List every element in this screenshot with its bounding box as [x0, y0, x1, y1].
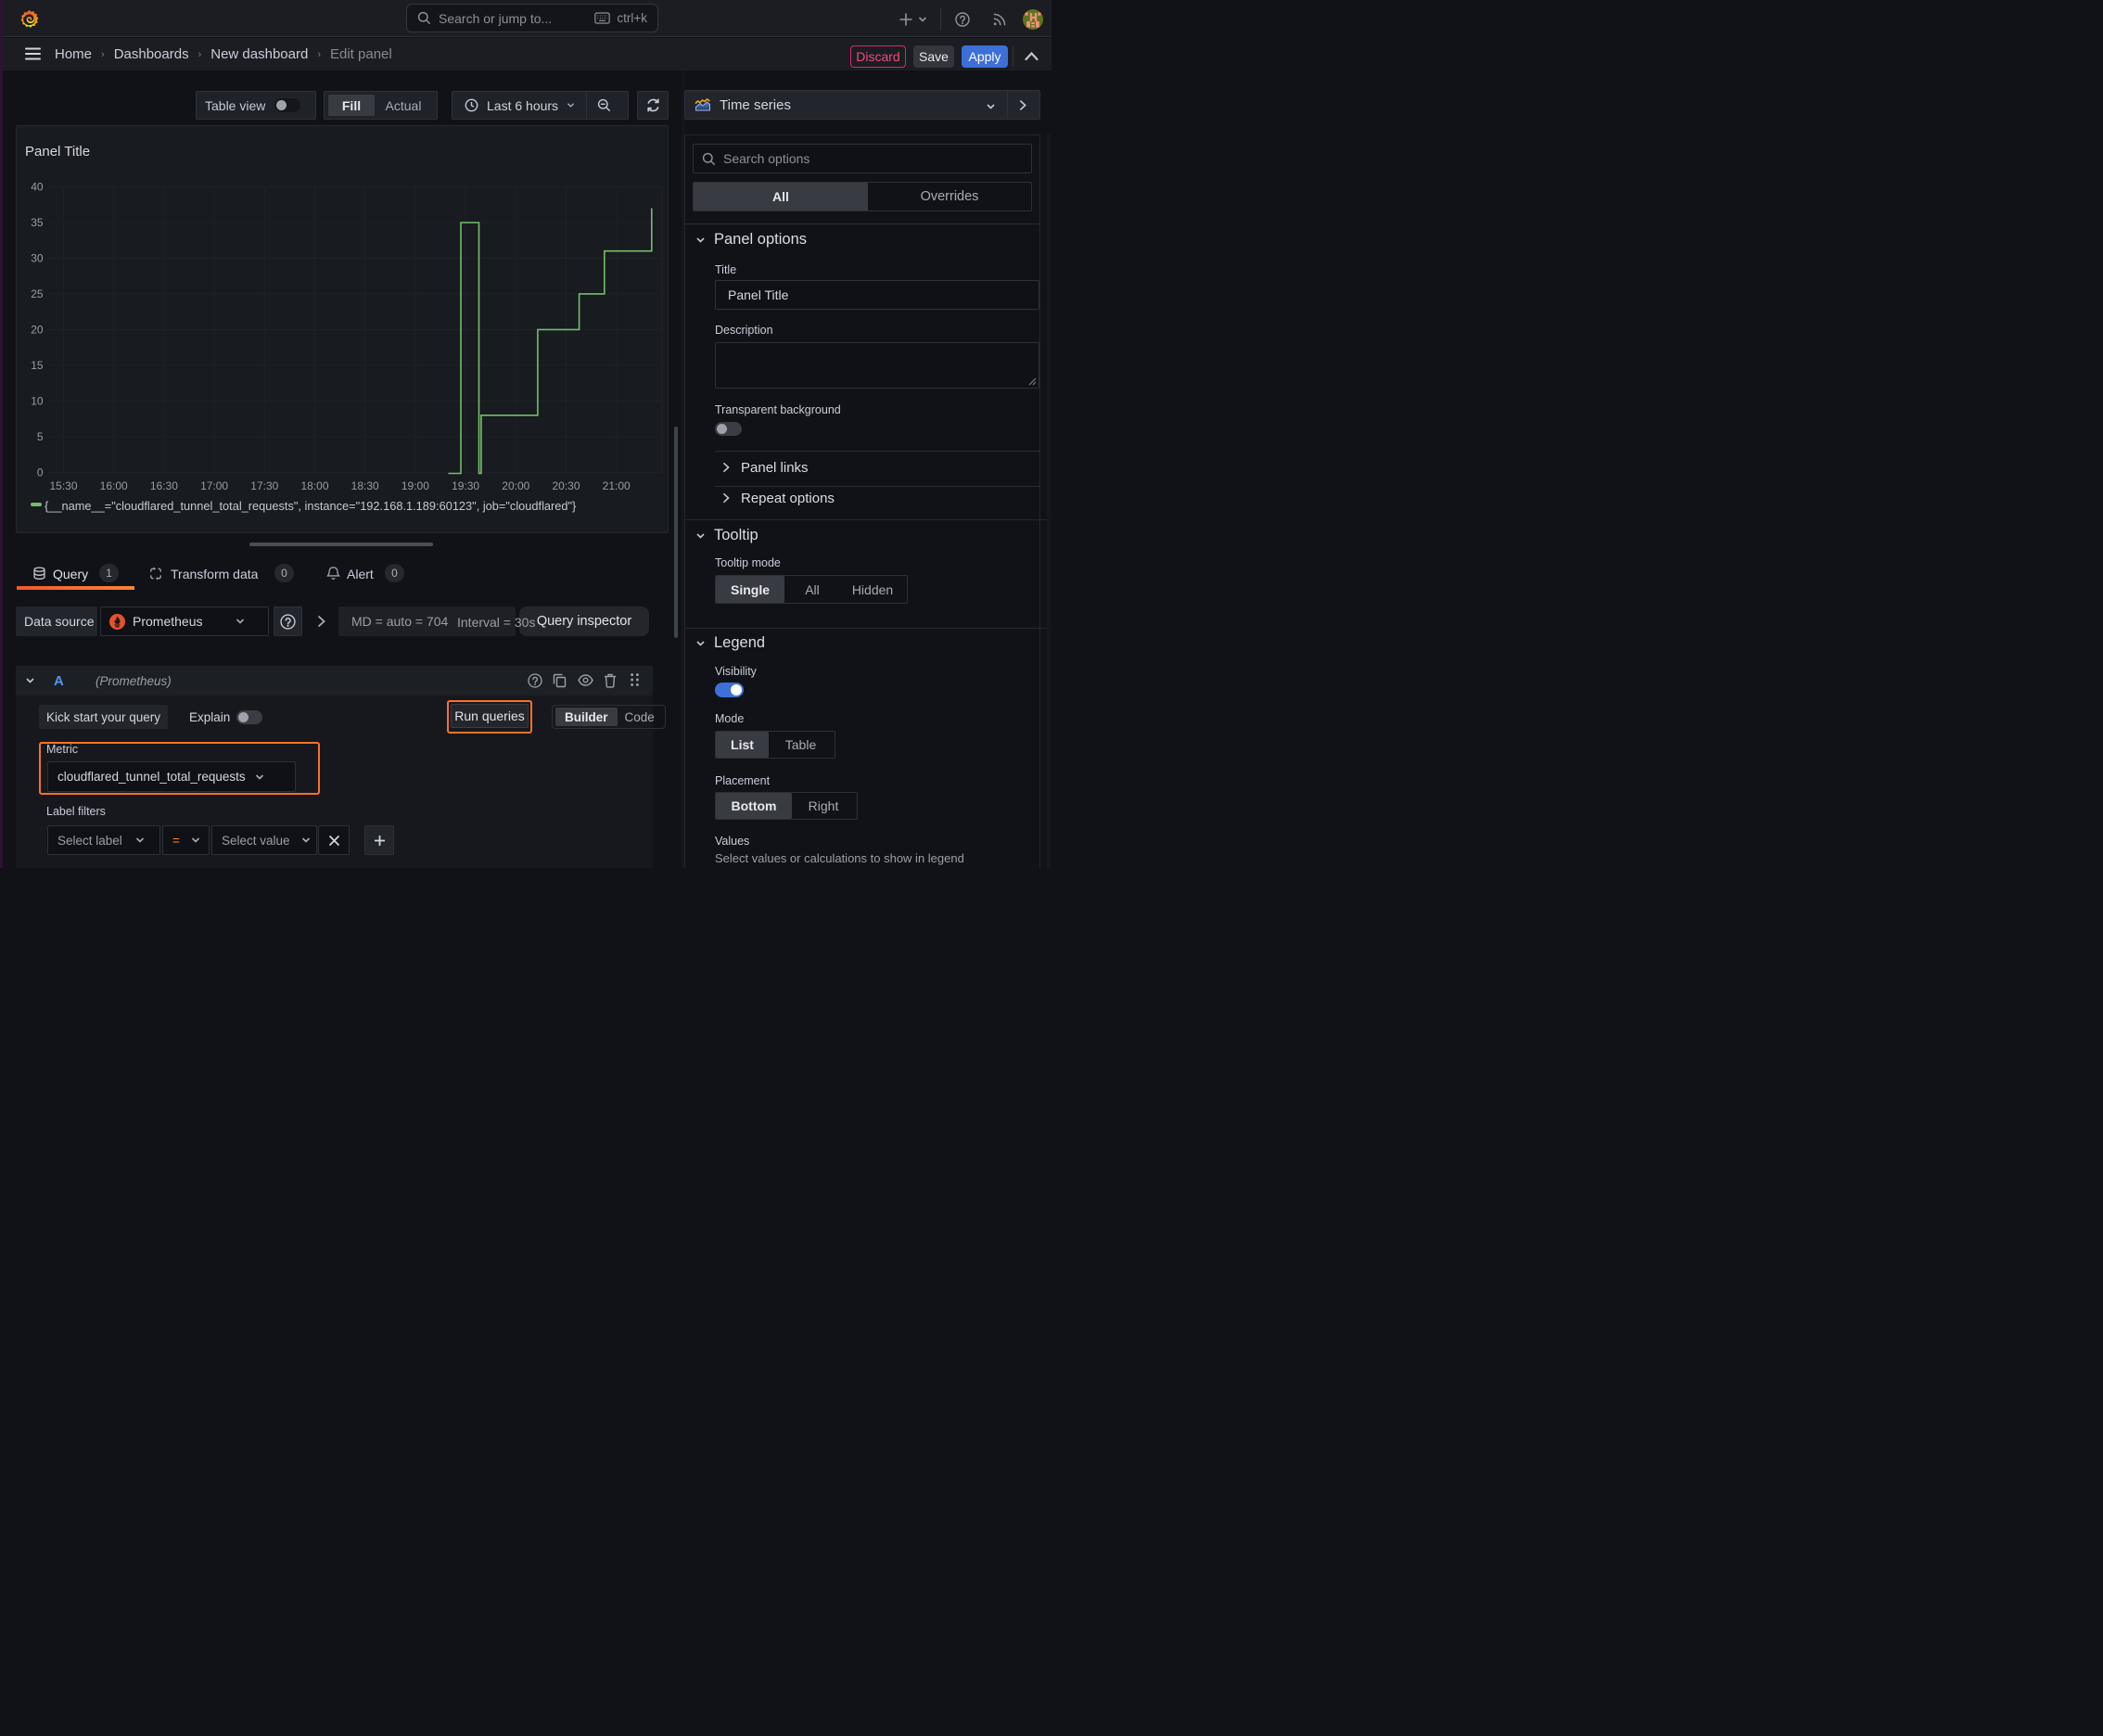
svg-text:40: 40 — [31, 180, 44, 193]
svg-text:19:00: 19:00 — [401, 479, 429, 492]
svg-text:16:30: 16:30 — [150, 479, 178, 492]
svg-text:35: 35 — [31, 216, 44, 229]
svg-text:5: 5 — [37, 430, 44, 443]
svg-text:21:00: 21:00 — [603, 479, 631, 492]
svg-text:17:30: 17:30 — [250, 479, 278, 492]
svg-text:15: 15 — [31, 359, 44, 372]
svg-text:30: 30 — [31, 251, 44, 264]
svg-text:20: 20 — [31, 323, 44, 336]
svg-text:18:00: 18:00 — [300, 479, 328, 492]
svg-text:20:00: 20:00 — [502, 479, 529, 492]
svg-text:16:00: 16:00 — [100, 479, 128, 492]
svg-text:10: 10 — [31, 394, 44, 407]
svg-text:25: 25 — [31, 287, 44, 300]
svg-text:18:30: 18:30 — [351, 479, 379, 492]
svg-text:17:00: 17:00 — [200, 479, 228, 492]
svg-text:15:30: 15:30 — [49, 479, 77, 492]
svg-text:20:30: 20:30 — [552, 479, 580, 492]
svg-text:19:30: 19:30 — [452, 479, 479, 492]
svg-text:0: 0 — [37, 466, 44, 479]
